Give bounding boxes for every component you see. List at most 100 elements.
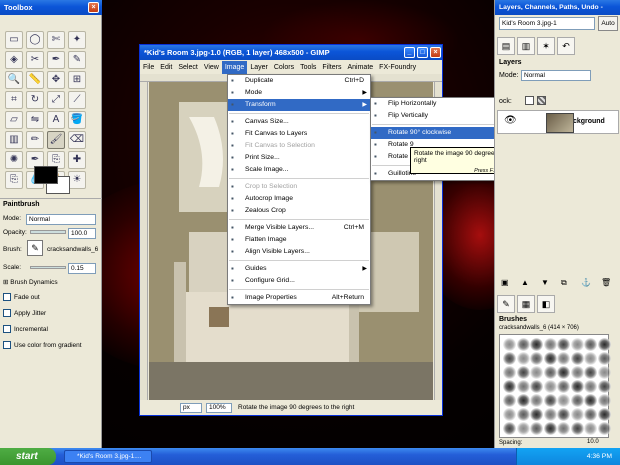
menu-colors[interactable]: Colors: [271, 61, 297, 74]
rect-select-icon[interactable]: ▭: [5, 31, 23, 49]
brush-item[interactable]: [503, 394, 516, 407]
menu-filters[interactable]: Filters: [319, 61, 344, 74]
menu-view[interactable]: View: [201, 61, 222, 74]
perspective-icon[interactable]: ▱: [5, 111, 23, 129]
brush-item[interactable]: [503, 352, 516, 365]
brush-item[interactable]: [597, 338, 611, 351]
menu-item-transform[interactable]: ▪ Transform ▶: [228, 99, 370, 111]
lock-alpha-checkbox[interactable]: [537, 96, 546, 105]
align-icon[interactable]: ⊞: [68, 71, 86, 89]
menu-item-scale-image[interactable]: ▪ Scale Image...: [228, 164, 370, 176]
brush-item[interactable]: [584, 394, 597, 407]
undo-tab-icon[interactable]: ↶: [557, 37, 575, 55]
brush-item[interactable]: [516, 408, 530, 421]
mode-select[interactable]: Normal: [26, 214, 96, 225]
menu-item-print-size[interactable]: ▪ Print Size...: [228, 152, 370, 164]
brush-item[interactable]: [503, 408, 516, 421]
brush-item[interactable]: [584, 352, 597, 365]
apply-jitter-checkbox[interactable]: Apply Jitter: [3, 308, 46, 320]
brush-dynamics-expander[interactable]: ⊞ Brush Dynamics: [3, 277, 58, 289]
brush-item[interactable]: [597, 422, 611, 435]
menu-select[interactable]: Select: [175, 61, 200, 74]
shear-icon[interactable]: ⟋: [68, 91, 86, 109]
brush-item[interactable]: [557, 380, 570, 393]
brush-item[interactable]: [584, 338, 597, 351]
brush-item[interactable]: [503, 422, 516, 435]
brush-item[interactable]: [570, 394, 584, 407]
brush-item[interactable]: [570, 338, 584, 351]
brush-item[interactable]: [516, 380, 530, 393]
brush-item[interactable]: [530, 380, 543, 393]
brush-item[interactable]: [543, 380, 557, 393]
start-button[interactable]: start: [0, 448, 56, 465]
brush-item[interactable]: [516, 422, 530, 435]
flip-icon[interactable]: ⇋: [26, 111, 44, 129]
menu-tools[interactable]: Tools: [297, 61, 319, 74]
brush-item[interactable]: [516, 352, 530, 365]
unit-select[interactable]: px: [180, 403, 202, 413]
brush-item[interactable]: [543, 394, 557, 407]
fade-out-checkbox[interactable]: Fade out: [3, 292, 40, 304]
menu-file[interactable]: File: [140, 61, 157, 74]
paintbrush-icon[interactable]: 🖌: [47, 131, 65, 149]
fuzzy-select-icon[interactable]: ✦: [68, 31, 86, 49]
lock-pixels-checkbox[interactable]: [525, 96, 534, 105]
brush-item[interactable]: [516, 366, 530, 379]
gradients-tab-icon[interactable]: ◧: [537, 295, 555, 313]
brush-item[interactable]: [597, 352, 611, 365]
brush-item[interactable]: [557, 422, 570, 435]
brush-item[interactable]: [584, 366, 597, 379]
crop-icon[interactable]: ⌗: [5, 91, 23, 109]
paths-icon[interactable]: ✒: [47, 51, 65, 69]
zoom-select[interactable]: 100%: [206, 403, 232, 413]
raise-layer-icon[interactable]: ▲: [521, 278, 529, 287]
menu-fxfoundry[interactable]: FX-Foundry: [376, 61, 419, 74]
eye-icon[interactable]: 👁: [504, 115, 517, 126]
menu-item-flatten-image[interactable]: ▪ Flatten Image: [228, 234, 370, 246]
taskbar-item-gimp[interactable]: *Kid's Room 3.jpg-1....: [64, 450, 152, 463]
menu-item-zealous-crop[interactable]: ▪ Zealous Crop: [228, 205, 370, 217]
minimize-icon[interactable]: _: [404, 47, 415, 58]
auto-button[interactable]: Auto: [598, 16, 618, 31]
brush-item[interactable]: [530, 394, 543, 407]
menu-item-autocrop-image[interactable]: ▪ Autocrop Image: [228, 193, 370, 205]
transform-item-flip-horizontally[interactable]: ▪ Flip Horizontally: [371, 98, 499, 110]
menu-item-duplicate[interactable]: ▪ Duplicate Ctrl+D: [228, 75, 370, 87]
brush-grid[interactable]: [499, 334, 611, 438]
incremental-checkbox[interactable]: Incremental: [3, 324, 48, 336]
menu-edit[interactable]: Edit: [157, 61, 175, 74]
perspective-clone-icon[interactable]: ⎘: [5, 171, 23, 189]
delete-layer-icon[interactable]: 🗑: [601, 278, 611, 287]
close-icon[interactable]: ×: [88, 2, 99, 13]
scale-slider[interactable]: [30, 266, 66, 269]
patterns-tab-icon[interactable]: ▦: [517, 295, 535, 313]
menu-layer[interactable]: Layer: [247, 61, 271, 74]
brush-item[interactable]: [570, 352, 584, 365]
brush-item[interactable]: [503, 366, 516, 379]
image-select[interactable]: Kid's Room 3.jpg-1: [499, 17, 595, 30]
layer-mode-select[interactable]: Normal: [521, 70, 591, 81]
scissors-icon[interactable]: ✂: [26, 51, 44, 69]
free-select-icon[interactable]: ✄: [47, 31, 65, 49]
menu-image[interactable]: Image: [221, 61, 248, 74]
close-icon[interactable]: ×: [430, 47, 441, 58]
move-icon[interactable]: ✥: [47, 71, 65, 89]
eraser-icon[interactable]: ⌫: [68, 131, 86, 149]
color-picker-icon[interactable]: ✎: [68, 51, 86, 69]
menu-item-mode[interactable]: ▪ Mode ▶: [228, 87, 370, 99]
brushes-tab-icon[interactable]: ✎: [497, 295, 515, 313]
airbrush-icon[interactable]: ✺: [5, 151, 23, 169]
brush-item[interactable]: [584, 408, 597, 421]
brush-item[interactable]: [557, 408, 570, 421]
brush-item[interactable]: [530, 352, 543, 365]
brush-item[interactable]: [557, 338, 570, 351]
brush-item[interactable]: [570, 408, 584, 421]
channels-tab-icon[interactable]: ▥: [517, 37, 535, 55]
gradient-color-checkbox[interactable]: Use color from gradient: [3, 340, 82, 352]
text-icon[interactable]: A: [47, 111, 65, 129]
anchor-layer-icon[interactable]: ⚓: [581, 278, 591, 287]
opacity-input[interactable]: 100.0: [68, 228, 96, 239]
brush-item[interactable]: [530, 338, 543, 351]
toolbox-titlebar[interactable]: Toolbox ×: [0, 0, 102, 15]
menu-item-image-properties[interactable]: ▪ Image Properties Alt+Return: [228, 292, 370, 304]
